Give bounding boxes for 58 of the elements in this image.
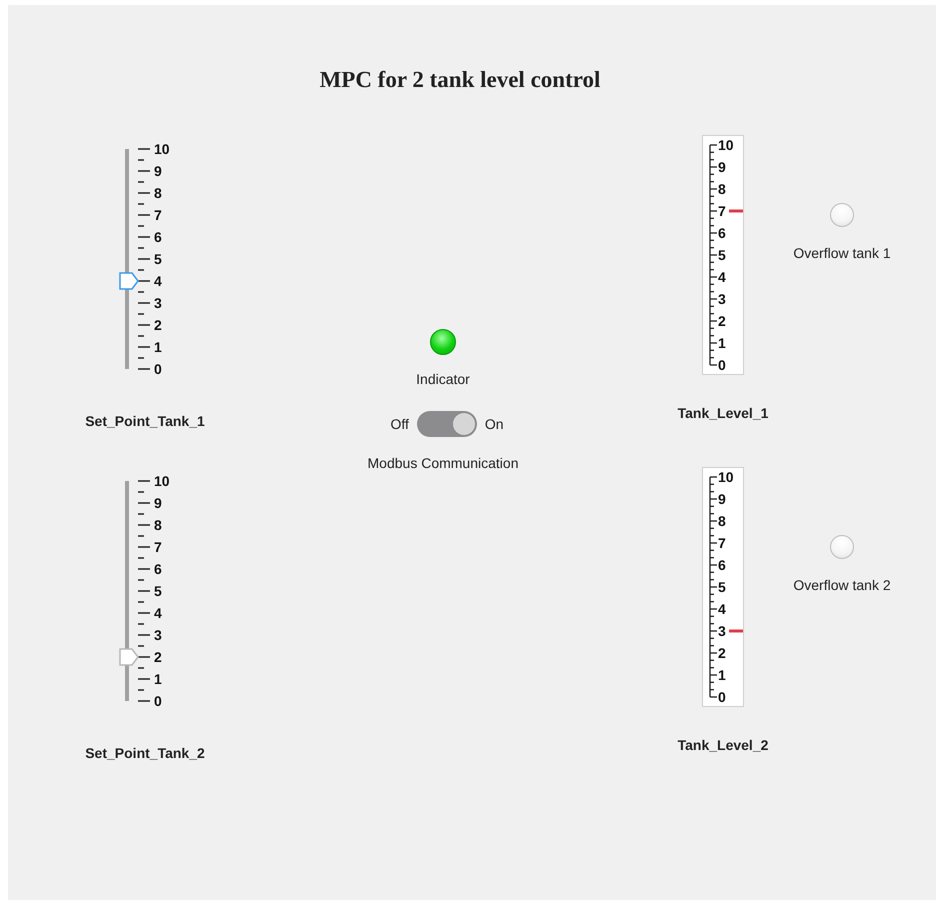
tick-label: 3 [718, 291, 726, 307]
tick-label: 10 [154, 141, 170, 157]
off-label: Off [390, 416, 409, 432]
overflow-label: Overflow tank 1 [793, 245, 891, 261]
tick-label: 7 [718, 535, 726, 551]
tick-label: 8 [154, 517, 162, 533]
tick-label: 5 [718, 579, 726, 595]
tick-label: 6 [154, 229, 162, 245]
tick-label: 6 [718, 557, 726, 573]
tick-label: 4 [154, 273, 162, 289]
tick-label: 0 [718, 689, 726, 705]
tick-label: 10 [718, 469, 734, 485]
tick-label: 4 [718, 269, 726, 285]
slider-label: Set_Point_Tank_1 [85, 413, 205, 429]
tick-label: 6 [718, 225, 726, 241]
panel-title: MPC for 2 tank level control [318, 66, 602, 93]
tick-label: 1 [154, 671, 162, 687]
gauge-label: Tank_Level_1 [678, 405, 768, 421]
tick-label: 9 [718, 491, 726, 507]
tick-label: 8 [718, 181, 726, 197]
tick-label: 3 [718, 623, 726, 639]
tick-label: 5 [154, 251, 162, 267]
slider-thumb[interactable] [119, 272, 139, 290]
tick-label: 7 [154, 539, 162, 555]
tick-label: 0 [154, 693, 162, 709]
tick-label: 8 [154, 185, 162, 201]
tick-label: 4 [718, 601, 726, 617]
toggle-switch[interactable] [416, 411, 477, 437]
tick-label: 9 [718, 159, 726, 175]
tick-label: 0 [718, 357, 726, 373]
tick-label: 7 [718, 203, 726, 219]
tick-label: 2 [718, 313, 726, 329]
tick-label: 9 [154, 495, 162, 511]
tick-label: 10 [718, 137, 734, 153]
tick-label: 3 [154, 295, 162, 311]
tick-label: 4 [154, 605, 162, 621]
indicator-label: Indicator [416, 371, 470, 387]
tick-label: 7 [154, 207, 162, 223]
tick-label: 1 [718, 667, 726, 683]
tick-label: 3 [154, 627, 162, 643]
on-label: On [484, 416, 504, 432]
tick-label: 5 [154, 583, 162, 599]
tick-label: 6 [154, 561, 162, 577]
tick-label: 2 [718, 645, 726, 661]
gauge-label: Tank_Level_2 [678, 737, 768, 753]
tick-label: 5 [718, 247, 726, 263]
tick-label: 8 [718, 513, 726, 529]
tick-label: 2 [154, 649, 162, 665]
tick-label: 9 [154, 163, 162, 179]
slider-thumb[interactable] [119, 648, 139, 666]
tick-label: 10 [154, 473, 170, 489]
tick-label: 1 [154, 339, 162, 355]
tick-label: 2 [154, 317, 162, 333]
tick-label: 0 [154, 361, 162, 377]
slider-label: Set_Point_Tank_2 [85, 745, 205, 761]
switch-label: Modbus Communication [368, 455, 518, 471]
tick-label: 1 [718, 335, 726, 351]
overflow-label: Overflow tank 2 [793, 577, 891, 593]
